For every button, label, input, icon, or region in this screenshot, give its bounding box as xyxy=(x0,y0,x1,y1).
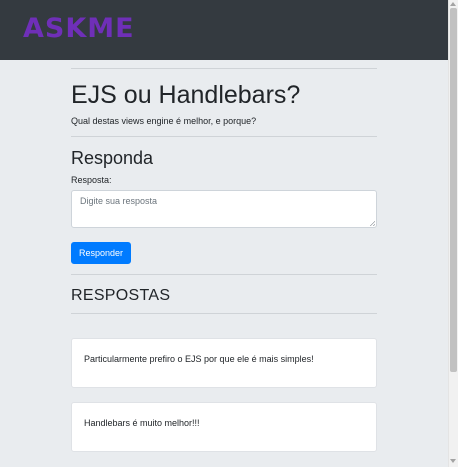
answer-card: Particularmente prefiro o EJS por que el… xyxy=(71,338,377,388)
divider-question xyxy=(71,136,377,137)
vertical-scrollbar[interactable] xyxy=(448,0,458,467)
navbar: ASKME xyxy=(0,0,448,60)
question-description: Qual destas views engine é melhor, e por… xyxy=(71,116,257,126)
answer-text: Handlebars é muito melhor!!! xyxy=(84,418,200,428)
scroll-up-arrow-icon[interactable] xyxy=(450,2,456,6)
submit-answer-button[interactable]: Responder xyxy=(71,242,131,264)
scroll-down-arrow-icon[interactable] xyxy=(450,459,456,463)
answer-card: Handlebars é muito melhor!!! xyxy=(71,402,377,452)
brand-logo[interactable]: ASKME xyxy=(23,13,135,44)
reply-heading: Responda xyxy=(71,148,154,168)
divider-top xyxy=(71,68,377,69)
question-title: EJS ou Handlebars? xyxy=(71,81,301,109)
divider-answers xyxy=(71,313,377,314)
answer-textarea[interactable] xyxy=(71,190,377,228)
reply-label: Resposta: xyxy=(71,175,112,185)
answers-heading: RESPOSTAS xyxy=(71,287,171,304)
divider-form xyxy=(71,274,377,275)
answer-text: Particularmente prefiro o EJS por que el… xyxy=(84,354,314,364)
scrollbar-thumb[interactable] xyxy=(450,8,457,372)
